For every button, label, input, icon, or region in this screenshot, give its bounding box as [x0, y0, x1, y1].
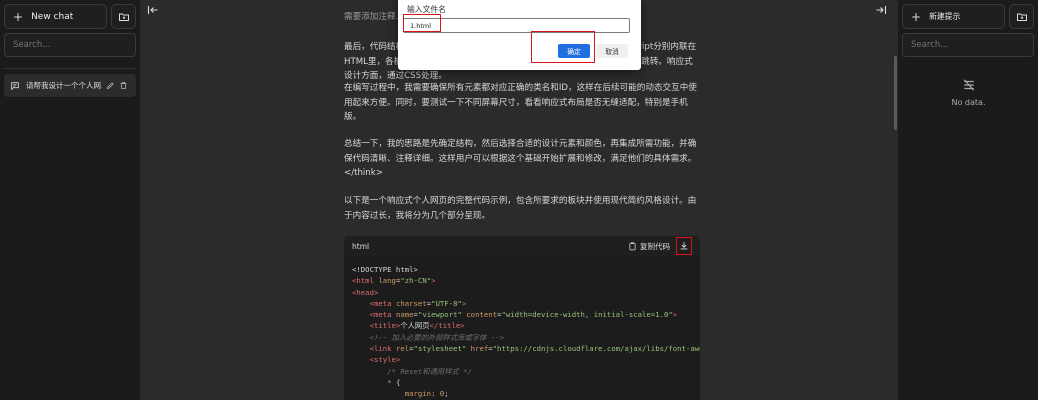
edit-chat-button[interactable]	[106, 81, 115, 90]
chat-item-label: 请帮我设计一个个人网...	[26, 81, 102, 90]
message-paragraph: 在编写过程中，我需要确保所有元素都对应正确的类名和ID，这样在后续可能的动态交互…	[344, 83, 697, 122]
chat-bubble-icon	[11, 81, 19, 90]
download-code-button[interactable]	[676, 237, 692, 255]
copy-code-button[interactable]: 复制代码	[628, 241, 670, 252]
highlight-box	[403, 14, 441, 32]
folder-plus-icon	[1016, 13, 1027, 21]
new-folder-button[interactable]	[1009, 4, 1034, 29]
collapse-left-sidebar-icon[interactable]	[147, 4, 159, 16]
folder-plus-icon	[118, 13, 129, 21]
highlight-box	[531, 31, 595, 63]
pencil-icon	[106, 82, 114, 90]
new-prompt-label: 新建提示	[929, 12, 961, 21]
empty-list-icon	[963, 79, 975, 91]
sidebar-divider	[4, 68, 136, 69]
code-language-label: html	[352, 241, 370, 251]
delete-chat-button[interactable]	[119, 81, 128, 90]
plus-icon: +	[13, 9, 24, 24]
left-sidebar: + New chat 请帮我设计一个个人网...	[0, 0, 141, 400]
new-folder-button[interactable]	[111, 4, 136, 29]
new-chat-button[interactable]: + New chat	[4, 4, 107, 29]
chat-list-item[interactable]: 请帮我设计一个个人网...	[4, 74, 136, 97]
clipboard-icon	[629, 241, 636, 250]
collapse-right-sidebar-icon[interactable]	[875, 4, 887, 16]
copy-code-label: 复制代码	[640, 241, 670, 251]
plus-icon: +	[911, 9, 922, 24]
new-prompt-button[interactable]: + 新建提示	[902, 4, 1005, 29]
trash-icon	[120, 82, 127, 89]
right-sidebar: + 新建提示 No data.	[897, 0, 1038, 400]
download-icon	[680, 242, 688, 250]
cancel-button[interactable]: 取消	[596, 44, 628, 58]
new-chat-label: New chat	[31, 11, 74, 22]
message-paragraph: 以下是一个响应式个人网页的完整代码示例，包含所要求的板块并使用现代简约风格设计。…	[344, 196, 697, 221]
code-block: html 复制代码 <!DOCTYPE html> <html lang="zh…	[344, 236, 700, 400]
code-block-header: html 复制代码	[344, 236, 700, 256]
message-paragraph: 总结一下，我的思路是先确定结构，然后选择合适的设计元素和颜色，再集成所需功能，并…	[344, 139, 697, 178]
code-content: <!DOCTYPE html> <html lang="zh-CN"> <hea…	[352, 265, 700, 399]
filename-dialog: 输入文件名 确定 取消	[398, 0, 641, 70]
chat-search-input[interactable]	[4, 33, 136, 57]
empty-state-text: No data.	[951, 98, 986, 107]
prompt-search-input[interactable]	[902, 33, 1034, 57]
